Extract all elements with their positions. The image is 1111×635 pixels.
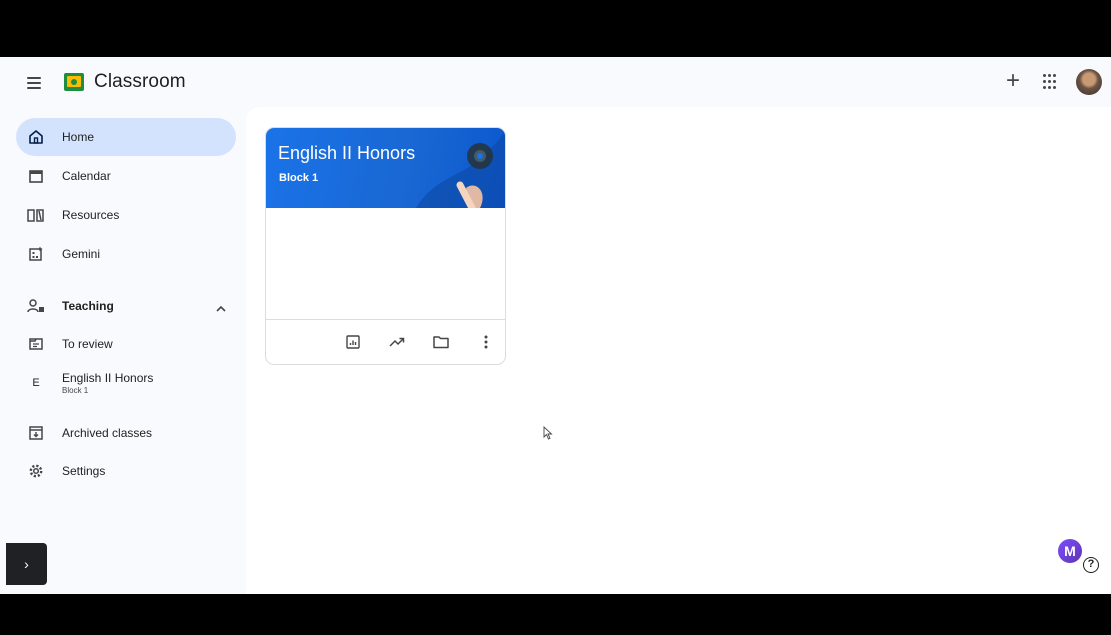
sidebar-item-label: Calendar [62, 169, 111, 183]
sidebar-item-label: English II Honors [62, 371, 154, 385]
menu-icon-line [27, 87, 41, 89]
sidebar-item-label: Archived classes [62, 426, 153, 440]
class-card[interactable]: English II Honors Block 1 [265, 127, 506, 365]
gradebook-icon[interactable] [344, 333, 362, 351]
class-card-banner[interactable]: English II Honors Block 1 [266, 128, 505, 208]
letterbox-bottom [0, 594, 1111, 635]
sidebar-item-to-review[interactable]: To review [16, 325, 236, 363]
top-bar: Classroom + [0, 57, 1111, 107]
classroom-app: Classroom + Home Calendar Resources Gemi… [0, 57, 1111, 594]
expand-panel-button[interactable]: › [6, 543, 47, 585]
main-menu-button[interactable] [22, 71, 46, 95]
sidebar-item-resources[interactable]: Resources [16, 196, 236, 234]
calendar-icon [27, 167, 45, 185]
folder-icon[interactable] [432, 333, 450, 351]
sidebar-item-label: Resources [62, 208, 120, 222]
sidebar-item-english-ii-honors[interactable]: E English II Honors Block 1 [16, 363, 236, 403]
analytics-icon[interactable] [388, 333, 406, 351]
sidebar-item-gemini[interactable]: Gemini [16, 235, 236, 273]
sidebar-item-archived-classes[interactable]: Archived classes [16, 414, 236, 452]
resources-icon [27, 206, 45, 224]
gemini-icon [27, 245, 45, 263]
to-review-icon [27, 335, 45, 353]
sidebar-item-label: Settings [62, 464, 106, 478]
google-apps-icon[interactable] [1043, 74, 1059, 90]
mouse-cursor-icon [543, 425, 554, 445]
card-divider [266, 319, 505, 320]
class-initial-avatar: E [32, 377, 40, 389]
main-content: English II Honors Block 1 [246, 107, 1111, 594]
sidebar-item-label: Home [62, 130, 95, 144]
sidebar-item-settings[interactable]: Settings [16, 452, 236, 490]
menu-icon-line [27, 82, 41, 84]
create-join-class-button[interactable]: + [1000, 69, 1026, 95]
classroom-logo-icon[interactable] [64, 73, 84, 91]
class-card-section: Block 1 [279, 172, 319, 184]
letterbox-top [0, 0, 1111, 57]
sidebar-item-label: Gemini [62, 247, 101, 261]
help-icon[interactable]: ? [1083, 557, 1099, 573]
sidebar-item-label: To review [62, 337, 113, 351]
account-avatar[interactable] [1076, 69, 1102, 95]
menu-icon-line [27, 77, 41, 79]
sidebar-item-calendar[interactable]: Calendar [16, 157, 236, 195]
more-options-icon[interactable] [477, 333, 495, 351]
settings-icon [27, 462, 45, 480]
sidebar: Home Calendar Resources Gemini Teaching [0, 107, 246, 594]
sidebar-section-label: Teaching [62, 299, 114, 313]
sidebar-item-home[interactable]: Home [16, 118, 236, 156]
sidebar-item-sublabel: Block 1 [62, 386, 89, 395]
app-title[interactable]: Classroom [94, 71, 186, 93]
home-icon [27, 128, 45, 146]
class-card-title[interactable]: English II Honors [278, 143, 415, 164]
extension-m-badge[interactable]: M [1058, 539, 1082, 563]
archive-icon [27, 424, 45, 442]
chevron-up-icon[interactable] [216, 301, 226, 312]
sidebar-item-teaching[interactable]: Teaching [16, 287, 236, 325]
banner-illustration [416, 130, 505, 208]
teaching-icon [27, 297, 45, 315]
